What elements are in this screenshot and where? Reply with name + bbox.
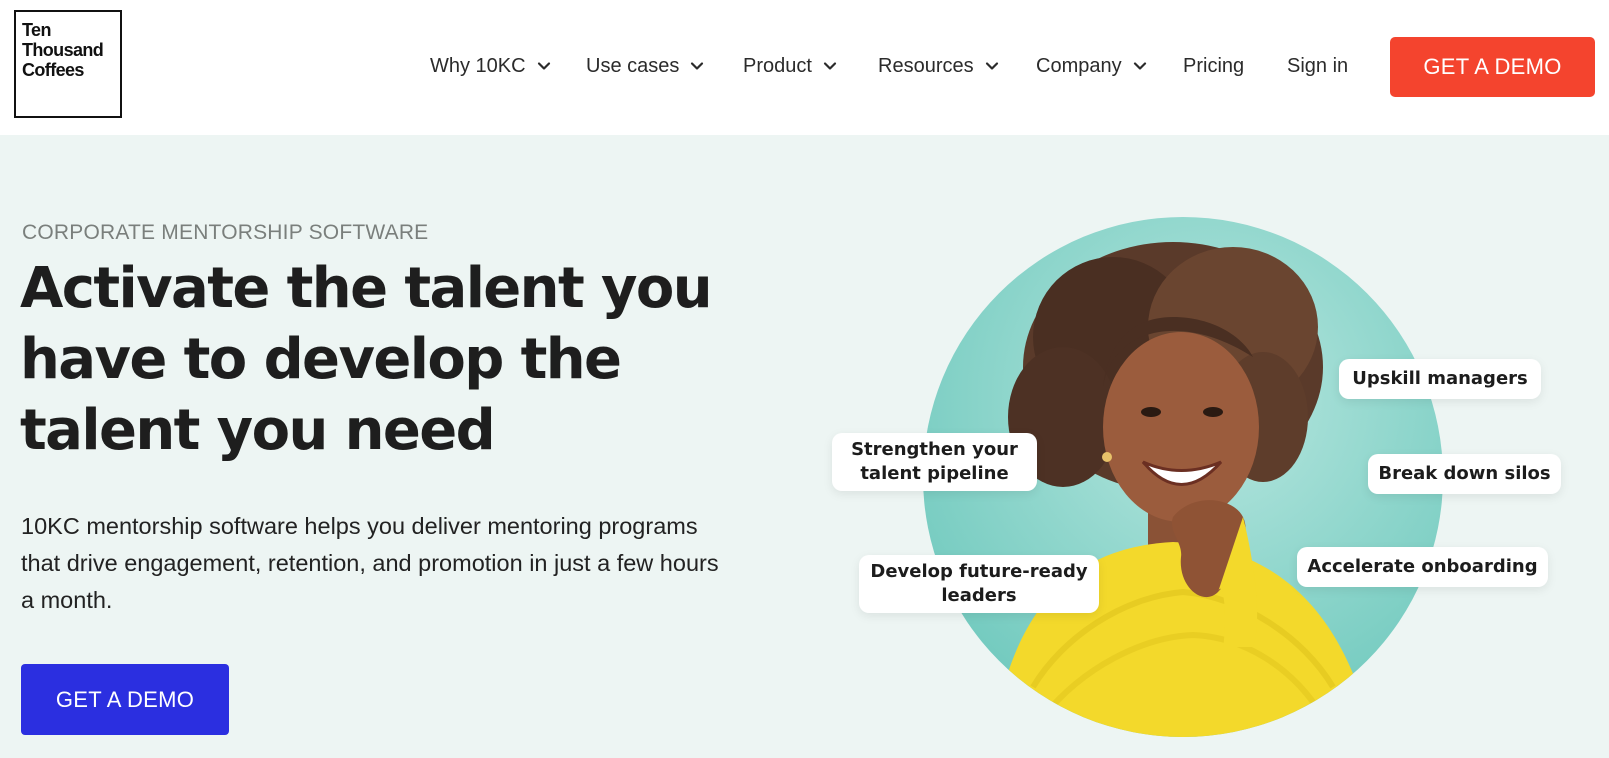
tag-develop-future-ready-leaders: Develop future-ready leaders — [859, 555, 1099, 613]
hero-description: 10KC mentorship software helps you deliv… — [21, 508, 821, 619]
nav-item-pricing[interactable]: Pricing — [1183, 52, 1244, 80]
nav-item-resources[interactable]: Resources — [878, 52, 1000, 80]
nav-label: Company — [1036, 54, 1122, 77]
description-line-1: 10KC mentorship software helps you deliv… — [21, 513, 698, 539]
tag-accelerate-onboarding: Accelerate onboarding — [1297, 547, 1548, 587]
description-line-3: a month. — [21, 587, 113, 613]
nav-label: Why 10KC — [430, 54, 526, 77]
nav-item-company[interactable]: Company — [1036, 52, 1148, 80]
tag-label: Break down silos — [1378, 463, 1551, 484]
headline-line-2: have to develop the — [20, 327, 622, 392]
tag-upskill-managers: Upskill managers — [1339, 359, 1541, 399]
header-get-a-demo-button[interactable]: GET A DEMO — [1390, 37, 1595, 97]
nav-label: Sign in — [1287, 54, 1349, 77]
chevron-down-icon — [984, 58, 1000, 74]
chevron-down-icon — [536, 58, 552, 74]
logo-line-2: Thousand — [22, 40, 104, 60]
tag-label-line-1: Develop future-ready — [870, 561, 1088, 582]
tag-label-line-1: Strengthen your — [851, 439, 1018, 460]
headline-line-3: talent you need — [20, 398, 496, 463]
hero-headline: Activate the talent you have to develop … — [20, 253, 780, 466]
hero-get-a-demo-button[interactable]: GET A DEMO — [21, 664, 229, 735]
nav-item-sign-in[interactable]: Sign in — [1287, 52, 1348, 80]
logo-line-3: Coffees — [22, 60, 84, 80]
hero-eyebrow: CORPORATE MENTORSHIP SOFTWARE — [22, 221, 429, 244]
nav-label: Use cases — [586, 54, 680, 77]
headline-line-1: Activate the talent you — [20, 256, 713, 321]
tag-label: Accelerate onboarding — [1307, 556, 1538, 577]
nav-label: Product — [743, 54, 812, 77]
tag-break-down-silos: Break down silos — [1368, 454, 1561, 494]
nav-label: Pricing — [1183, 54, 1245, 77]
tag-strengthen-talent-pipeline: Strengthen your talent pipeline — [832, 433, 1037, 491]
tag-label-line-2: talent pipeline — [860, 463, 1009, 484]
chevron-down-icon — [689, 58, 705, 74]
nav-item-use-cases[interactable]: Use cases — [586, 52, 705, 80]
site-header: Ten Thousand Coffees Why 10KC Use cases … — [0, 0, 1609, 135]
tag-label: Upskill managers — [1352, 368, 1528, 389]
chevron-down-icon — [1132, 58, 1148, 74]
logo-line-1: Ten — [22, 20, 51, 40]
ten-thousand-coffees-logo[interactable]: Ten Thousand Coffees — [14, 10, 122, 118]
hero-section: CORPORATE MENTORSHIP SOFTWARE Activate t… — [0, 135, 1609, 758]
tag-label-line-2: leaders — [941, 585, 1017, 606]
nav-item-why-10kc[interactable]: Why 10KC — [430, 52, 552, 80]
chevron-down-icon — [822, 58, 838, 74]
nav-label: Resources — [878, 54, 974, 77]
description-line-2: that drive engagement, retention, and pr… — [21, 550, 719, 576]
nav-item-product[interactable]: Product — [743, 52, 838, 80]
